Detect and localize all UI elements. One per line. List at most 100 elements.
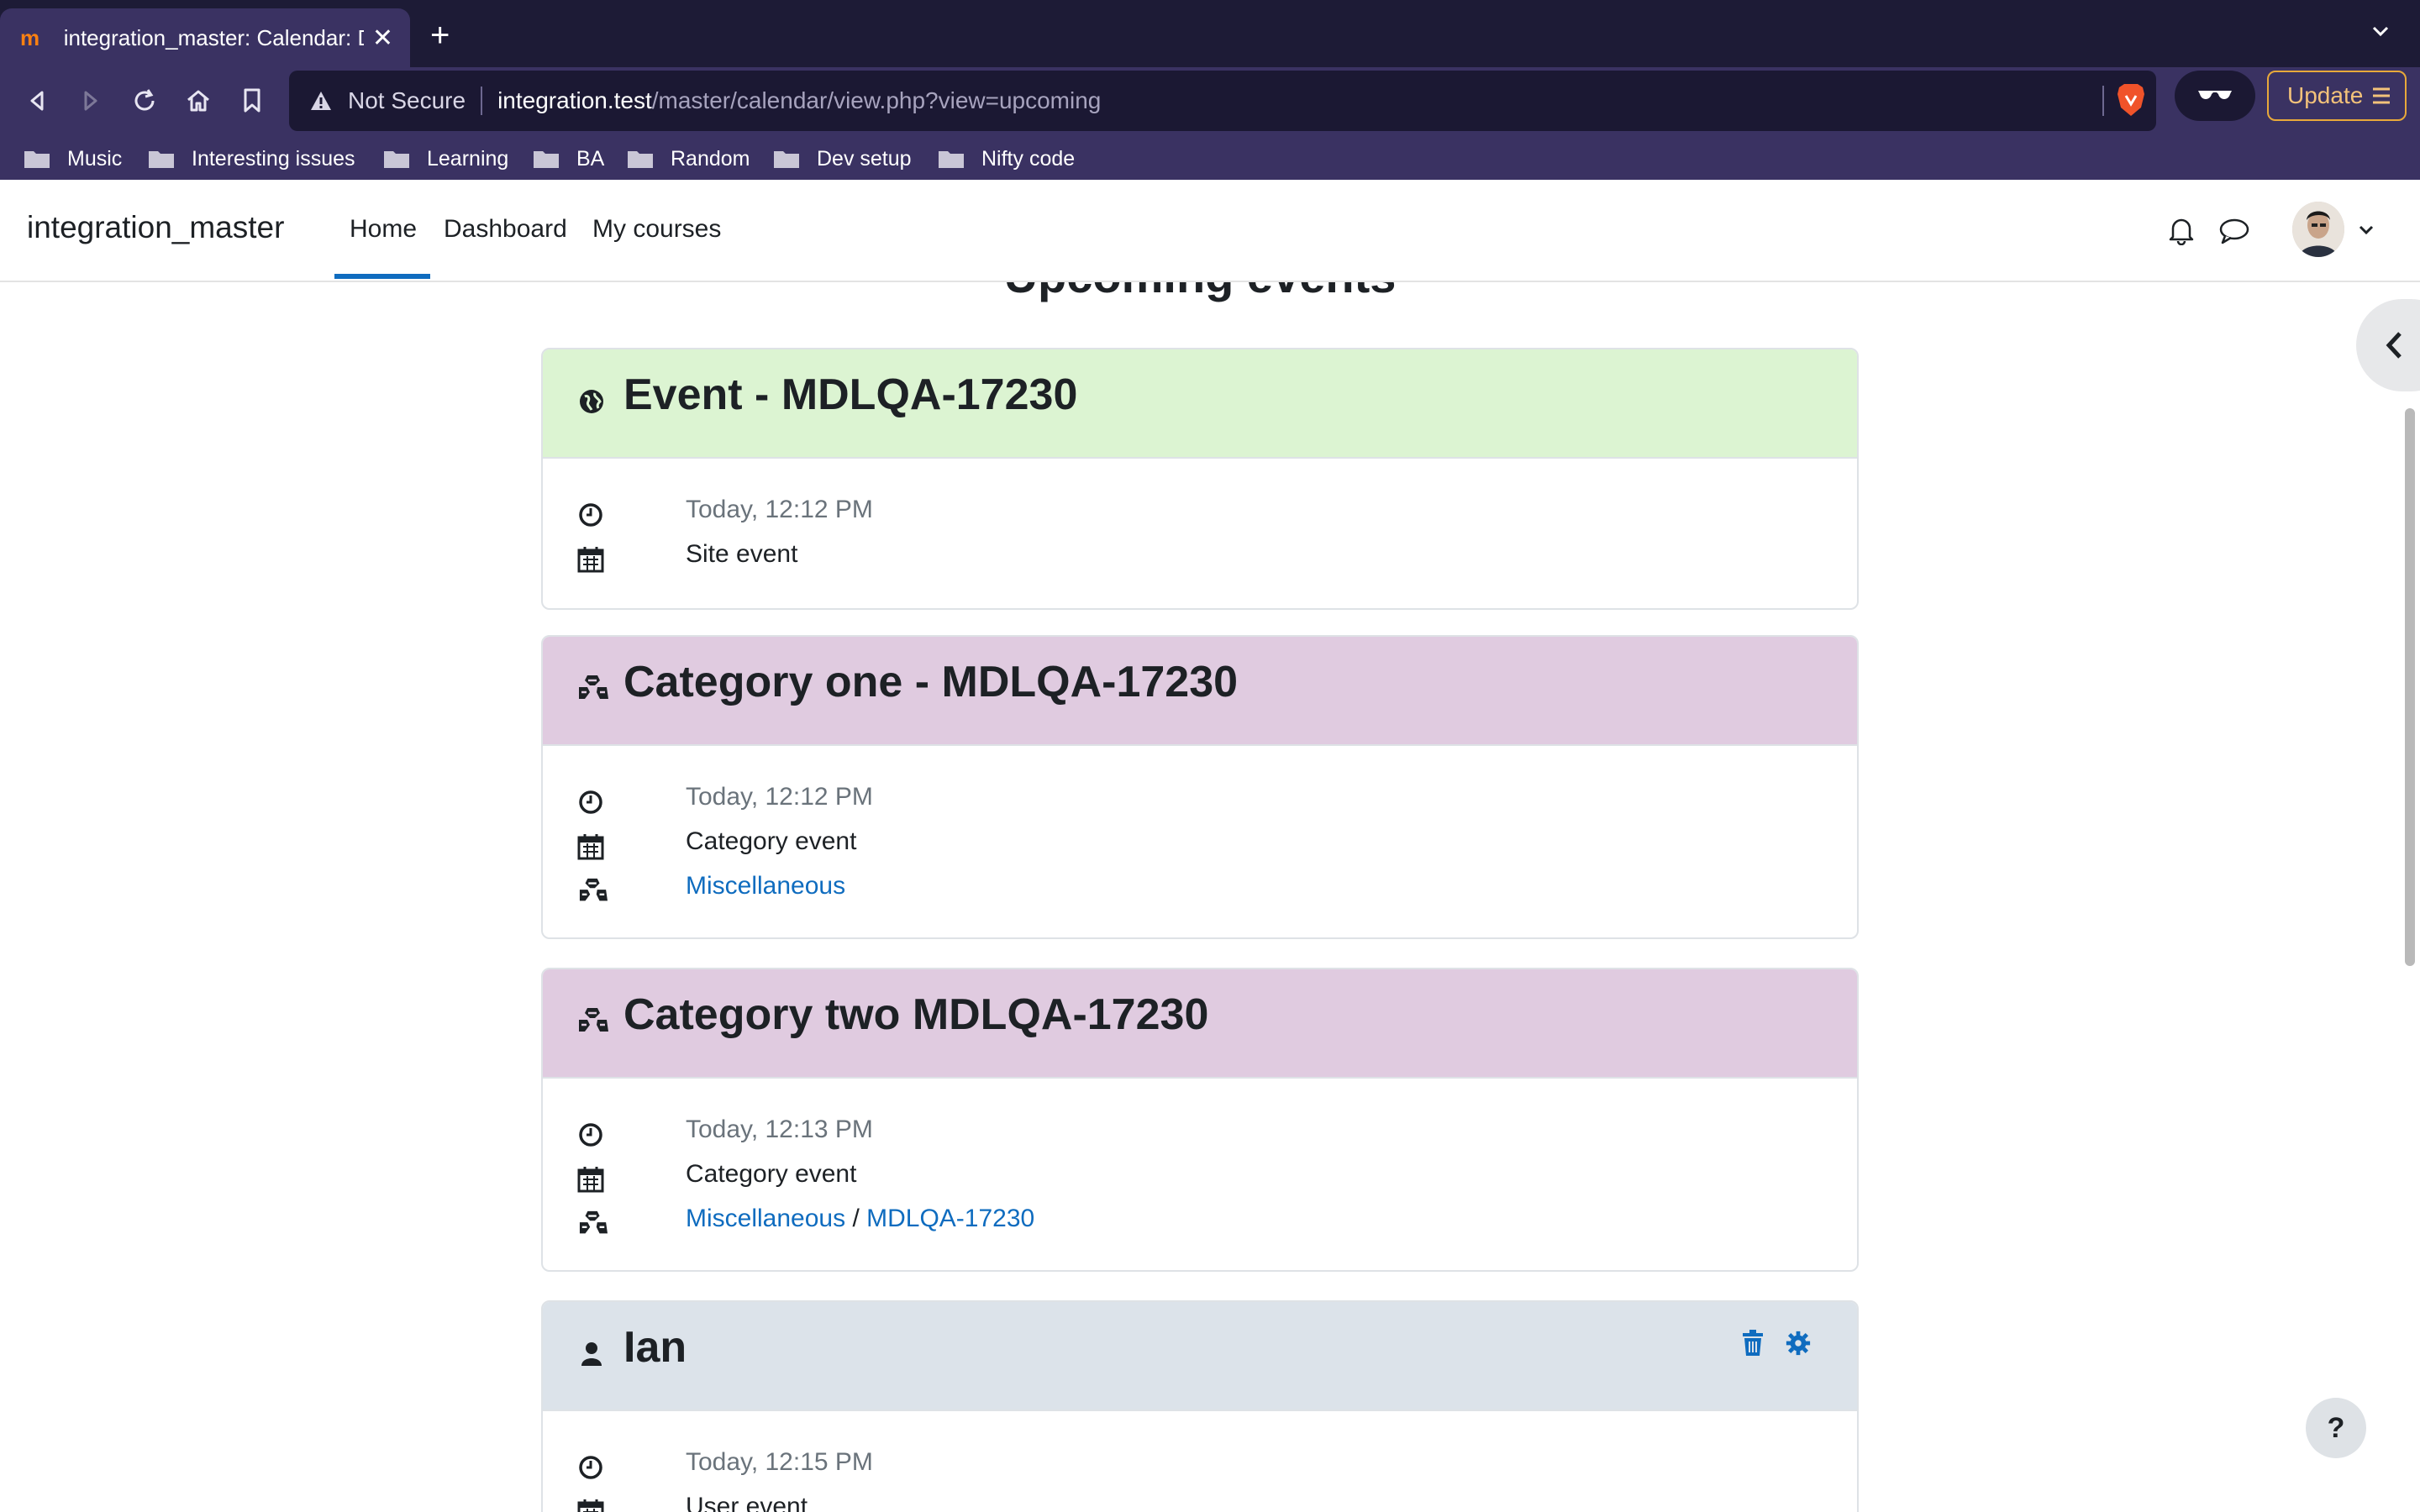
back-icon[interactable] — [18, 82, 55, 119]
event-body: Today, 12:12 PM Category event Miscellan… — [543, 746, 1857, 916]
event-type: Category event — [686, 827, 857, 855]
brave-shield-icon[interactable] — [2116, 82, 2146, 118]
bookmark-folder[interactable]: Learning — [383, 138, 508, 180]
delete-trash-icon[interactable] — [1739, 1329, 1766, 1357]
event-card: Ian Today, 12:15 PM User event — [541, 1300, 1859, 1512]
warning-icon — [311, 92, 331, 110]
folder-icon — [774, 151, 799, 168]
glasses-icon — [2198, 91, 2232, 99]
event-header: Ian — [543, 1302, 1857, 1411]
event-title[interactable]: Category two MDLQA-17230 — [623, 990, 1208, 1040]
update-button[interactable]: Update — [2267, 71, 2407, 121]
bookmark-folder[interactable]: Interesting issues — [148, 138, 355, 180]
new-tab-icon[interactable]: + — [430, 18, 450, 52]
chevron-left-icon — [2386, 332, 2402, 359]
bookmark-label: Random — [671, 146, 750, 171]
event-time-row: Today, 12:13 PM — [543, 1116, 1857, 1160]
home-icon[interactable] — [180, 82, 217, 119]
event-type: Site event — [686, 540, 798, 568]
event-title[interactable]: Category one - MDLQA-17230 — [623, 657, 1238, 707]
folder-icon — [149, 151, 174, 168]
event-type: User event — [686, 1493, 808, 1512]
bookmark-label: Dev setup — [817, 146, 912, 171]
bookmark-folder[interactable]: Music — [24, 138, 122, 180]
nav-my-courses[interactable]: My courses — [592, 215, 721, 244]
page-scrollbar[interactable] — [2405, 408, 2415, 966]
forward-icon[interactable] — [72, 82, 109, 119]
event-header: Category two MDLQA-17230 — [543, 969, 1857, 1079]
bookmark-label: Interesting issues — [192, 146, 355, 171]
event-body: Today, 12:13 PM Category event Miscellan… — [543, 1079, 1857, 1249]
clock-icon — [579, 1456, 602, 1479]
event-time-row: Today, 12:15 PM — [543, 1448, 1857, 1493]
event-time-row: Today, 12:12 PM — [543, 496, 1857, 540]
category-link-miscellaneous[interactable]: Miscellaneous — [686, 872, 845, 900]
bookmark-folder[interactable]: Random — [627, 138, 750, 180]
page-title: Upcoming events — [0, 282, 2400, 303]
bookmark-folder[interactable]: Dev setup — [773, 138, 912, 180]
course-link[interactable]: MDLQA-17230 — [866, 1205, 1034, 1232]
cubes-icon — [579, 1210, 608, 1234]
event-type-row: Category event — [543, 827, 1857, 872]
main-content: Upcoming events Event - MDLQA-17230 Toda… — [0, 282, 2420, 1512]
bookmark-folder[interactable]: Nifty code — [938, 138, 1075, 180]
event-time: Today, 12:15 PM — [686, 1448, 873, 1476]
breadcrumb-separator: / — [852, 1205, 860, 1232]
bookmark-icon[interactable] — [234, 82, 271, 119]
event-time: Today, 12:13 PM — [686, 1116, 873, 1143]
event-category-links: Miscellaneous — [686, 872, 845, 900]
event-time: Today, 12:12 PM — [686, 496, 873, 523]
folder-icon — [628, 151, 653, 168]
calendar-icon — [577, 547, 604, 573]
browser-toolbar: Not Secure integration.test/master/calen… — [0, 67, 2420, 138]
event-type-row: Site event — [543, 540, 1857, 585]
reader-mode-button[interactable] — [2175, 71, 2255, 121]
address-bar[interactable]: Not Secure integration.test/master/calen… — [289, 71, 2156, 131]
folder-icon — [939, 151, 964, 168]
url-path: /master/calendar/view.php?view=upcoming — [651, 87, 1102, 113]
help-button[interactable]: ? — [2306, 1398, 2366, 1458]
event-body: Today, 12:12 PM Site event — [543, 459, 1857, 585]
bookmark-label: Learning — [427, 146, 509, 171]
clock-icon — [579, 1123, 602, 1147]
nav-dashboard[interactable]: Dashboard — [444, 215, 567, 244]
moodle-favicon-icon: m — [20, 25, 40, 50]
user-avatar[interactable] — [2292, 202, 2344, 257]
calendar-icon — [577, 834, 604, 860]
site-navbar: integration_master Home Dashboard My cou… — [0, 180, 2420, 282]
url-separator — [481, 87, 483, 115]
bookmarks-bar: Music Interesting issues Learning BA Ran… — [0, 138, 2420, 180]
cubes-icon — [579, 675, 608, 699]
globe-icon — [580, 390, 603, 413]
tab-list-chevron-icon[interactable] — [2371, 22, 2390, 40]
browser-tab[interactable]: m integration_master: Calendar: D ✕ — [0, 8, 410, 67]
event-card: Category one - MDLQA-17230 Today, 12:12 … — [541, 635, 1859, 939]
event-title[interactable]: Event - MDLQA-17230 — [623, 370, 1077, 420]
event-type: Category event — [686, 1160, 857, 1188]
site-brand[interactable]: integration_master — [27, 210, 284, 245]
close-tab-icon[interactable]: ✕ — [372, 24, 393, 53]
category-link-miscellaneous[interactable]: Miscellaneous — [686, 1205, 845, 1232]
event-title[interactable]: Ian — [623, 1322, 687, 1373]
event-body: Today, 12:15 PM User event — [543, 1411, 1857, 1512]
nav-home[interactable]: Home — [350, 215, 417, 244]
bookmark-folder[interactable]: BA — [533, 138, 604, 180]
event-type-row: Category event — [543, 1160, 1857, 1205]
cubes-icon — [579, 1008, 608, 1032]
browser-tab-bar: m integration_master: Calendar: D ✕ + — [0, 0, 2420, 67]
event-card: Event - MDLQA-17230 Today, 12:12 PM Site… — [541, 348, 1859, 610]
reload-icon[interactable] — [126, 82, 163, 119]
bookmark-label: BA — [576, 146, 605, 171]
bookmark-label: Music — [67, 146, 123, 171]
url-host: integration.test — [497, 87, 652, 113]
event-time: Today, 12:12 PM — [686, 783, 873, 811]
cubes-icon — [579, 878, 608, 901]
tab-title: integration_master: Calendar: D — [63, 24, 364, 50]
update-label: Update — [2287, 82, 2364, 108]
messages-icon[interactable] — [2218, 217, 2250, 245]
edit-gear-icon[interactable] — [1785, 1329, 1812, 1357]
notifications-bell-icon[interactable] — [2166, 215, 2196, 245]
user-menu-chevron-icon[interactable] — [2358, 223, 2375, 237]
user-icon — [581, 1342, 602, 1366]
active-nav-indicator — [334, 274, 430, 279]
